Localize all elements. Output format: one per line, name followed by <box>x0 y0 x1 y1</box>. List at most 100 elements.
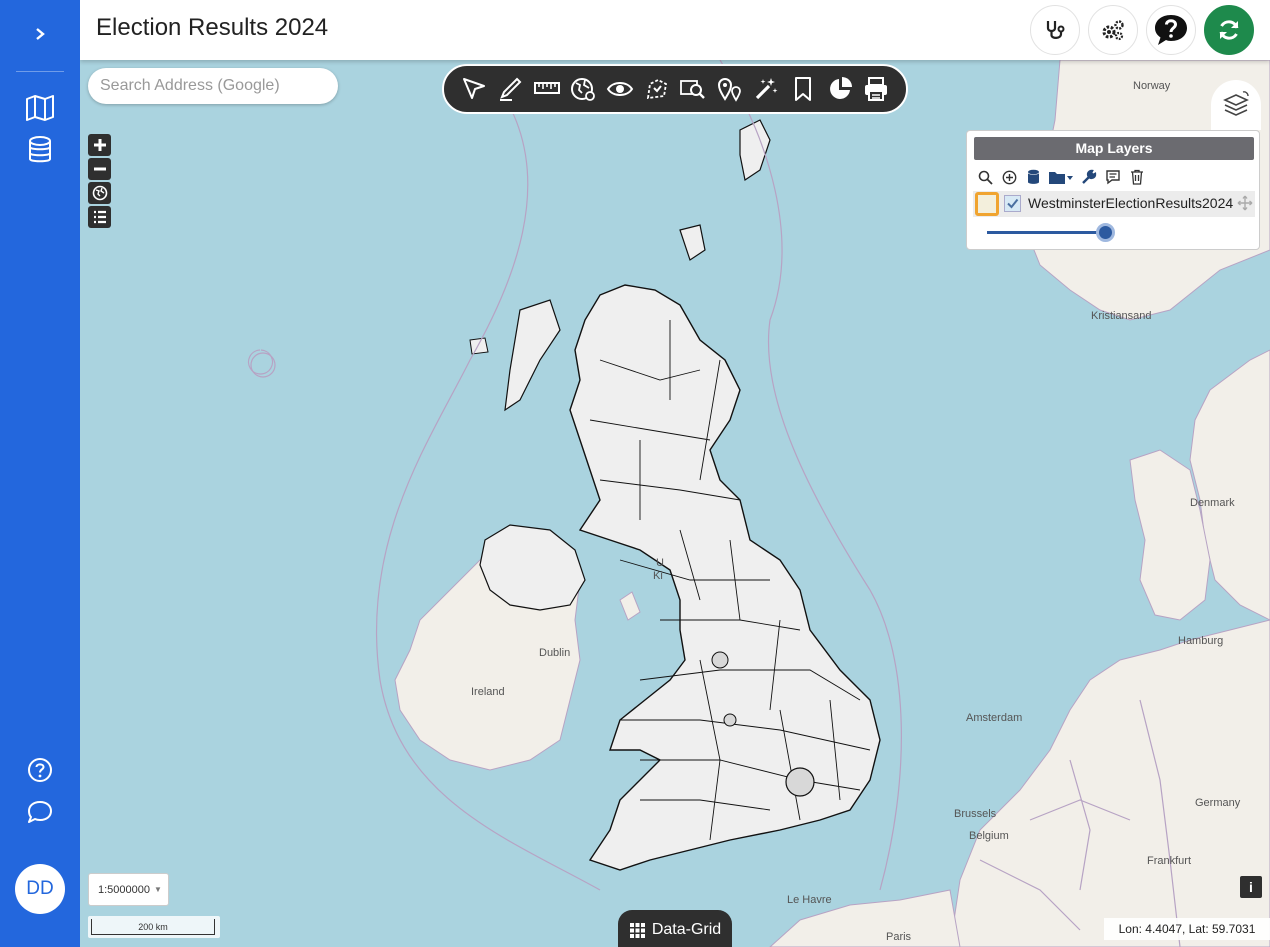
sidebar-item-chat[interactable] <box>20 794 60 830</box>
layer-search-button[interactable] <box>976 168 994 186</box>
map-label-le-havre: Le Havre <box>787 894 832 906</box>
settings-button[interactable] <box>1088 5 1138 55</box>
search-icon <box>978 170 993 185</box>
info-icon: i <box>1249 879 1253 895</box>
layers-stack-icon <box>1223 91 1249 116</box>
globe-icon <box>92 185 107 201</box>
move-arrows-icon <box>1237 195 1253 211</box>
chat-bubble-icon <box>28 801 52 823</box>
magic-tool-button[interactable] <box>749 72 783 106</box>
map-label-ireland: Ireland <box>471 686 505 698</box>
layer-row[interactable]: WestminsterElectionResults2024 <box>973 191 1255 217</box>
scale-bar: 200 km <box>88 916 220 938</box>
zoom-out-button[interactable] <box>88 158 111 180</box>
layer-add-button[interactable] <box>1000 168 1018 186</box>
layer-visibility-checkbox[interactable] <box>1004 195 1021 212</box>
info-button[interactable]: i <box>1240 876 1262 898</box>
sidebar-item-data[interactable] <box>20 132 60 168</box>
chart-tool-button[interactable] <box>823 72 857 106</box>
app-header: Election Results 2024 <box>80 0 1270 60</box>
add-icon <box>1002 170 1016 184</box>
pie-chart-icon <box>829 77 852 99</box>
stethoscope-icon <box>1046 21 1065 39</box>
visibility-tool-button[interactable] <box>603 72 637 106</box>
question-circle-icon <box>28 758 52 782</box>
map-label-germany: Germany <box>1195 797 1241 809</box>
layer-drag-handle[interactable] <box>1237 195 1253 216</box>
region-select-tool-button[interactable] <box>640 72 674 106</box>
layers-toolbar <box>976 168 1146 186</box>
layers-panel-toggle[interactable] <box>1211 80 1261 130</box>
data-grid-label: Data-Grid <box>651 921 722 938</box>
sync-icon <box>1219 20 1239 40</box>
region-select-icon <box>646 78 667 100</box>
caret-down-icon: ▼ <box>154 885 162 894</box>
avatar[interactable]: DD <box>15 864 65 914</box>
map-label-brussels: Brussels <box>954 808 997 820</box>
sidebar-item-help[interactable] <box>20 752 60 788</box>
map-layers-panel: Map Layers WestminsterElectionResults202… <box>966 130 1260 250</box>
layer-folder-button[interactable] <box>1048 168 1074 186</box>
layer-delete-button[interactable] <box>1128 168 1146 186</box>
map-label-frankfurt: Frankfurt <box>1147 855 1192 867</box>
zoom-out-icon <box>93 167 106 171</box>
map-label-uk-fragment-2: Ki <box>653 570 663 582</box>
checkmark-icon <box>1007 198 1019 209</box>
scale-bar-label: 200 km <box>91 919 215 935</box>
layer-opacity-slider-handle[interactable] <box>1096 223 1115 242</box>
draw-pen-icon <box>500 77 522 101</box>
folder-icon <box>1049 171 1073 184</box>
zoom-in-button[interactable] <box>88 134 111 156</box>
grid-icon <box>629 922 645 938</box>
database-icon <box>29 136 51 163</box>
gears-icon <box>1102 20 1124 41</box>
globe-layers-icon <box>571 78 596 101</box>
sidebar-expand-button[interactable] <box>20 16 60 52</box>
measure-tool-button[interactable] <box>530 72 564 106</box>
map-label-hamburg: Hamburg <box>1178 635 1224 647</box>
map-label-norway: Norway <box>1133 80 1171 92</box>
locations-tool-button[interactable] <box>713 72 747 106</box>
question-bubble-icon <box>1155 15 1187 45</box>
search-area-icon <box>680 80 706 99</box>
layer-database-button[interactable] <box>1024 168 1042 186</box>
legend-button[interactable] <box>88 206 111 228</box>
full-extent-button[interactable] <box>88 182 111 204</box>
layer-tools-button[interactable] <box>1080 168 1098 186</box>
help-button[interactable] <box>1146 5 1196 55</box>
map-label-kristiansand: Kristiansand <box>1091 310 1152 322</box>
address-search-input[interactable] <box>88 68 338 104</box>
database-icon <box>1027 169 1039 184</box>
layer-comment-button[interactable] <box>1104 168 1122 186</box>
magic-wand-icon <box>756 78 778 100</box>
bookmark-tool-button[interactable] <box>786 72 820 106</box>
map-canvas[interactable]: Norway Kristiansand Denmark Hamburg Amst… <box>80 60 1270 947</box>
draw-tool-button[interactable] <box>493 72 527 106</box>
data-grid-button[interactable]: Data-Grid <box>618 910 732 947</box>
select-arrow-icon <box>462 78 485 99</box>
map-label-uk-fragment-1: U <box>656 557 664 569</box>
map-label-denmark: Denmark <box>1190 497 1235 509</box>
print-tool-button[interactable] <box>859 72 893 106</box>
comment-icon <box>1106 170 1120 185</box>
layer-opacity-slider-track[interactable] <box>987 231 1105 234</box>
search-area-tool-button[interactable] <box>676 72 710 106</box>
map-layers-title: Map Layers <box>974 137 1254 160</box>
list-icon <box>93 210 106 224</box>
trash-icon <box>1131 169 1143 185</box>
layers-tool-button[interactable] <box>566 72 600 106</box>
cursor-coordinates: Lon: 4.4047, Lat: 59.7031 <box>1104 918 1270 940</box>
bookmark-icon <box>795 77 812 101</box>
sidebar-item-maps[interactable] <box>20 90 60 126</box>
refresh-button[interactable] <box>1204 5 1254 55</box>
map-label-paris: Paris <box>886 931 912 943</box>
select-tool-button[interactable] <box>457 72 491 106</box>
eye-icon <box>606 82 634 96</box>
scale-ratio: 1:5000000 <box>98 883 150 896</box>
diagnostics-button[interactable] <box>1030 5 1080 55</box>
scale-select[interactable]: 1:5000000 ▼ <box>88 873 169 906</box>
print-icon <box>865 77 888 101</box>
map-toolbar <box>442 64 908 114</box>
layer-style-swatch[interactable] <box>975 192 999 216</box>
layer-name: WestminsterElectionResults2024 <box>1028 195 1234 211</box>
